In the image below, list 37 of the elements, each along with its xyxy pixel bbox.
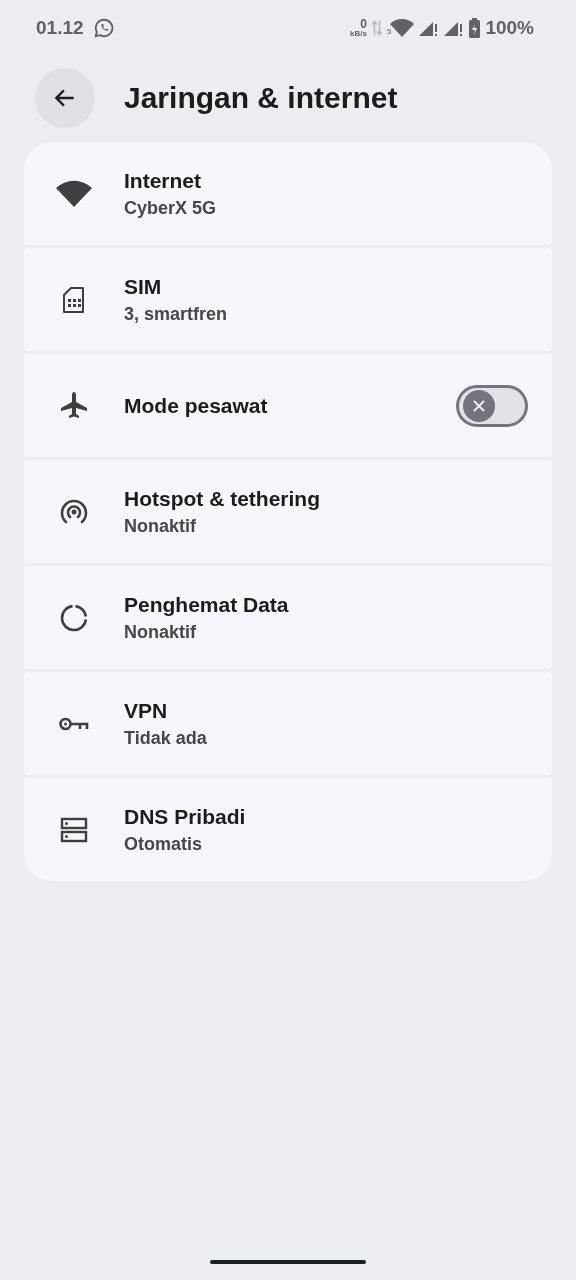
settings-item[interactable]: SIM 3, smartfren — [24, 248, 552, 351]
item-title: Mode pesawat — [124, 393, 269, 418]
item-title: DNS Pribadi — [124, 804, 247, 829]
close-icon — [471, 397, 487, 414]
data-saver-icon — [59, 602, 89, 633]
wifi-icon — [390, 18, 415, 38]
server-icon — [60, 815, 88, 844]
item-subtitle: CyberX 5G — [124, 197, 218, 219]
net-speed-unit: kB/s — [350, 30, 367, 38]
wifi-label: 5 — [386, 27, 392, 36]
chat-app-icon — [92, 17, 115, 39]
toggle-switch[interactable] — [456, 384, 528, 427]
item-title: Penghemat Data — [124, 592, 290, 617]
item-subtitle: Tidak ada — [124, 727, 208, 749]
net-speed-value: 0 — [360, 18, 367, 30]
item-title: VPN — [124, 698, 169, 723]
transfer-arrows-icon — [371, 18, 382, 38]
settings-item[interactable]: Internet CyberX 5G — [24, 142, 552, 245]
battery-icon — [469, 18, 481, 38]
sim-card-icon — [62, 286, 86, 313]
settings-item[interactable]: Hotspot & tethering Nonaktif — [24, 460, 552, 563]
airplane-icon — [59, 390, 89, 421]
item-title: Hotspot & tethering — [124, 486, 321, 511]
item-subtitle: 3, smartfren — [124, 303, 229, 325]
battery-percent: 100% — [485, 17, 534, 39]
settings-item[interactable]: DNS Pribadi Otomatis — [24, 778, 552, 881]
wifi-icon — [56, 179, 92, 208]
settings-item[interactable]: Penghemat Data Nonaktif — [24, 566, 552, 669]
item-title: Internet — [124, 168, 202, 193]
item-subtitle: Nonaktif — [124, 621, 197, 643]
status-time: 01.12 — [36, 17, 84, 39]
item-subtitle: Nonaktif — [124, 515, 197, 537]
settings-item[interactable]: VPN Tidak ada — [24, 672, 552, 775]
settings-item[interactable]: Mode pesawat — [24, 354, 552, 457]
page-title: Jaringan & internet — [124, 81, 398, 115]
item-subtitle: Otomatis — [124, 833, 203, 855]
item-title: SIM — [124, 274, 163, 299]
